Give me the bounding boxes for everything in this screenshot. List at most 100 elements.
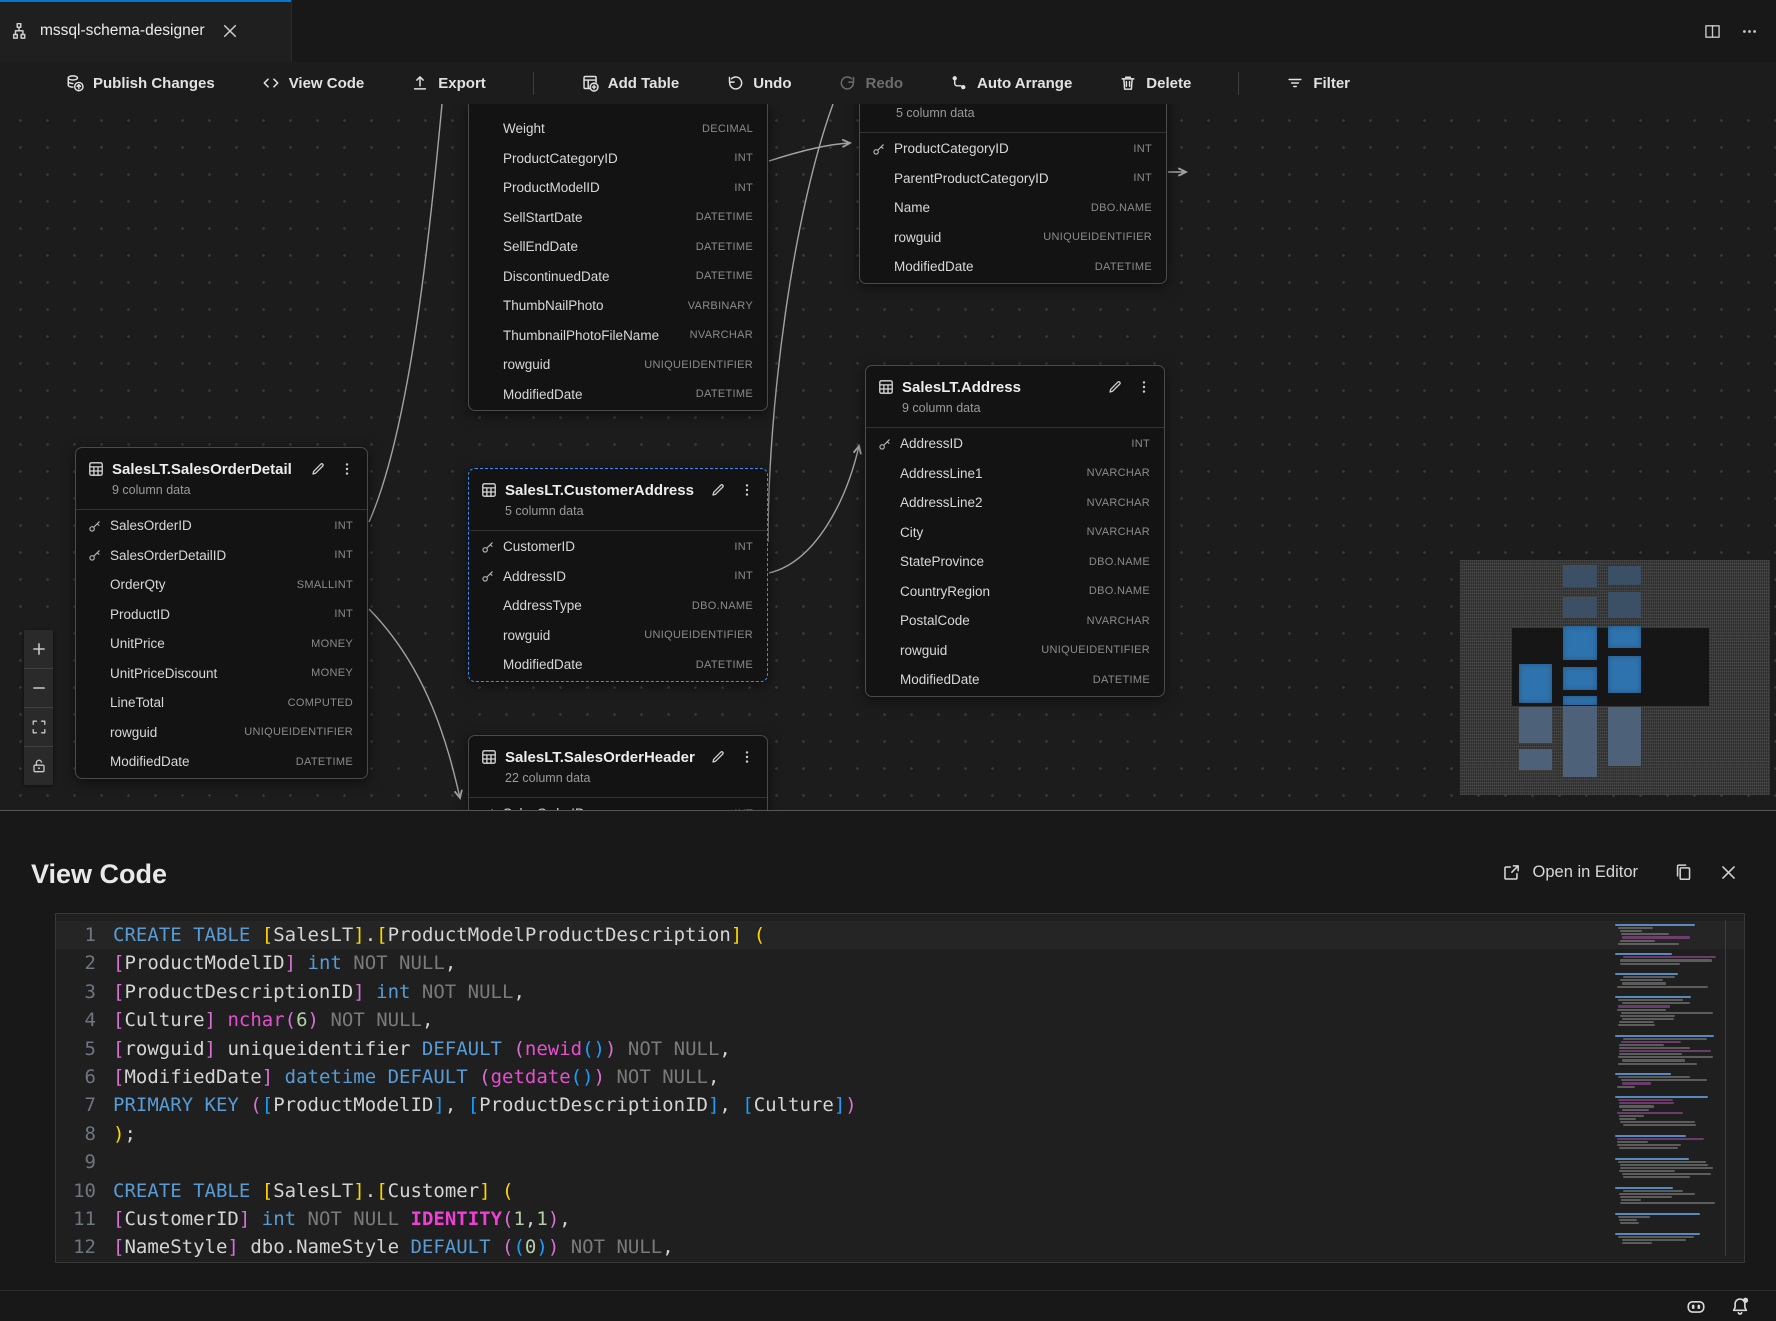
sql-code-view[interactable]: 1CREATE TABLE [SalesLT].[ProductModelPro… [55,913,1745,1263]
minimap-line [1619,1193,1695,1195]
code-text: [rowguid] uniqueidentifier DEFAULT (newi… [113,1035,731,1063]
table-menu-icon[interactable] [739,749,755,765]
notifications-bell-icon[interactable] [1730,1296,1750,1316]
table-customeraddress[interactable]: SalesLT.CustomerAddress5 column dataCust… [468,468,768,682]
open-in-editor-label: Open in Editor [1533,863,1638,882]
column-name: ModifiedDate [900,672,980,687]
more-actions-icon[interactable] [1741,23,1758,40]
minimap-table [1563,706,1597,777]
line-number: 7 [56,1091,96,1119]
table-product[interactable]: WeightDECIMALProductCategoryIDINTProduct… [468,104,768,411]
column-name: AddressType [503,598,582,613]
open-in-editor-button[interactable]: Open in Editor [1502,863,1638,882]
auto-arrange-label: Auto Arrange [977,75,1072,92]
table-menu-icon[interactable] [1136,379,1152,395]
table-productcategory[interactable]: 5 column dataProductCategoryIDINTParentP… [859,104,1167,284]
line-number: 9 [56,1148,96,1176]
minimap-line [1619,1044,1664,1046]
code-line: 8); [56,1120,1744,1148]
code-text: [Culture] nchar(6) NOT NULL, [113,1006,433,1034]
minimap-table [1608,656,1641,693]
table-row: SalesOrderIDINT [469,799,767,810]
schema-canvas[interactable]: WeightDECIMALProductCategoryIDINTProduct… [0,104,1776,810]
table-row: ProductModelIDINT [469,173,767,203]
publish-changes-icon [66,74,84,92]
undo-button[interactable]: Undo [726,74,791,92]
redo-button[interactable]: Redo [839,74,904,92]
code-text: [ProductDescriptionID] int NOT NULL, [113,978,525,1006]
export-button[interactable]: Export [411,74,486,92]
code-line: 7 PRIMARY KEY ([ProductModelID], [Product… [56,1091,1744,1119]
table-row: ParentProductCategoryIDINT [860,164,1166,194]
tab-close-icon[interactable] [221,22,239,40]
line-number: 6 [56,1063,96,1091]
key-slot [481,599,503,613]
add-table-button[interactable]: Add Table [581,74,679,92]
canvas-minimap[interactable] [1460,560,1770,795]
table-row: UnitPriceDiscountMONEY [76,659,367,689]
edit-table-icon[interactable] [710,482,726,498]
edit-table-icon[interactable] [1107,379,1123,395]
table-title: SalesLT.Address [902,379,1021,396]
column-type: NVARCHAR [1087,467,1150,479]
code-line: 12[NameStyle] dbo.NameStyle DEFAULT ((0)… [56,1233,1744,1261]
table-salesorderdetail[interactable]: SalesLT.SalesOrderDetail9 column dataSal… [75,447,368,779]
key-slot [481,658,503,672]
table-row: PostalCodeNVARCHAR [866,606,1164,636]
code-line: 10CREATE TABLE [SalesLT].[Customer] ( [56,1177,1744,1205]
publish-changes-button[interactable]: Publish Changes [66,74,215,92]
close-panel-icon[interactable] [1719,863,1738,882]
zoom-in-button[interactable] [24,630,53,668]
code-line: 4[Culture] nchar(6) NOT NULL, [56,1006,1744,1034]
column-name: ModifiedDate [503,387,583,402]
key-slot [481,269,503,283]
copy-code-icon[interactable] [1674,863,1693,882]
table-menu-icon[interactable] [339,461,355,477]
minimap-line [1619,1170,1675,1172]
lock-button[interactable] [24,746,53,785]
primary-key-icon [481,569,503,583]
column-type: INT [734,152,753,164]
minimap-table [1563,626,1597,660]
minimap-line [1620,1202,1715,1204]
table-title: SalesLT.CustomerAddress [505,482,694,499]
minimap-line [1617,1144,1681,1146]
table-salesorderheader[interactable]: SalesLT.SalesOrderHeader22 column dataSa… [468,735,768,810]
split-editor-icon[interactable] [1704,23,1721,40]
auto-arrange-button[interactable]: Auto Arrange [950,74,1072,92]
tab-mssql-schema-designer[interactable]: mssql-schema-designer [0,0,292,62]
zoom-out-button[interactable] [24,668,53,707]
minimap-line [1618,1005,1670,1007]
key-slot [878,466,900,480]
copilot-icon[interactable] [1686,1296,1706,1316]
minimap-line [1615,953,1672,955]
minimap-line [1621,1041,1681,1043]
column-name: SalesOrderDetailID [110,548,226,563]
minimap-line [1622,1018,1674,1020]
column-type: INT [1133,172,1152,184]
table-row: ModifiedDateDATETIME [469,380,767,410]
view-code-button[interactable]: View Code [262,74,365,92]
table-menu-icon[interactable] [739,482,755,498]
editor-tab-bar: mssql-schema-designer [0,0,1776,63]
edit-table-icon[interactable] [310,461,326,477]
primary-key-icon [872,142,894,156]
table-header: 5 column data [860,104,1166,133]
edit-table-icon[interactable] [710,749,726,765]
code-text: PRIMARY KEY ([ProductModelID], [ProductD… [113,1091,857,1119]
designer-toolbar: Publish Changes View Code Export Add Table U… [0,62,1776,104]
table-address[interactable]: SalesLT.Address9 column dataAddressIDINT… [865,365,1165,697]
key-slot [878,496,900,510]
minimap-line [1621,933,1670,935]
export-label: Export [438,75,486,92]
table-header: SalesLT.Address9 column data [866,366,1164,428]
delete-button[interactable]: Delete [1119,74,1191,92]
publish-changes-label: Publish Changes [93,75,215,92]
minimap-line [1622,982,1666,984]
table-icon [481,482,497,498]
column-name: AddressID [900,436,963,451]
code-minimap[interactable] [1613,920,1726,1256]
filter-button[interactable]: Filter [1286,74,1350,92]
fit-view-button[interactable] [24,707,53,746]
minimap-line [1617,1009,1666,1011]
